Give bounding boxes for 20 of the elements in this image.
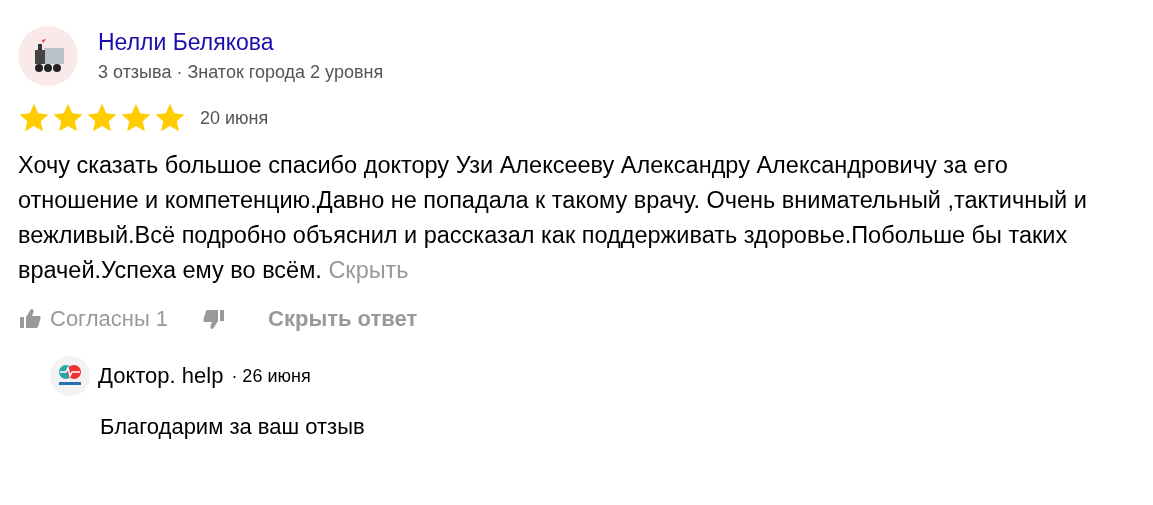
thumbs-up-icon (18, 307, 42, 331)
reply-text: Благодарим за ваш отзыв (100, 414, 366, 440)
review-date: 20 июня (200, 107, 269, 129)
author-meta: 3 отзыва · Знаток города 2 уровня (98, 62, 384, 83)
star-icon (86, 102, 118, 134)
star-icon (52, 102, 84, 134)
clinic-logo-icon (50, 356, 90, 396)
star-icon (18, 102, 50, 134)
thumbs-down-icon (202, 307, 227, 331)
hide-reply-button[interactable]: Скрыть ответ (268, 306, 418, 332)
dislike-button[interactable] (202, 307, 227, 331)
star-icon (120, 102, 152, 134)
reply-date: · 26 июня (231, 365, 311, 387)
author-name-link[interactable]: Нелли Белякова (98, 29, 384, 56)
star-icon (154, 102, 186, 134)
collapse-link[interactable]: Скрыть (328, 257, 409, 283)
like-button[interactable]: Согласны 1 (18, 306, 169, 332)
review-text: Хочу сказать большое спасибо доктору Узи Алексееву Александру Александровичу за его отношение и компетенцию.Давно не попадала к такому врачу. Очень внимательный ,тактичный и вежливый.Всё подробно объяснил и рассказал как поддерживать здоровье.Побольше бы таких врачей.Успеха ему во всём. Скрыть (18, 151, 1088, 285)
reply-author: Доктор. help (98, 363, 224, 389)
robot-avatar-icon (18, 26, 78, 86)
